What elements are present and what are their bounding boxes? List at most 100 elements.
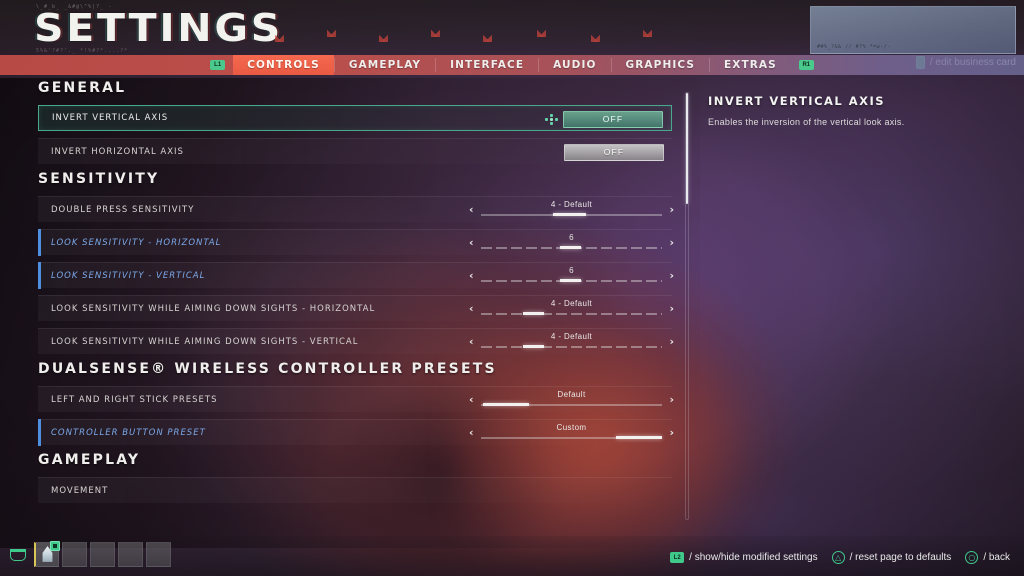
slider-fill	[560, 246, 581, 249]
hotbar-slot[interactable]	[146, 542, 171, 567]
hotbar-slot[interactable]	[62, 542, 87, 567]
slider-decrement-arrow-icon[interactable]: ‹	[469, 236, 474, 249]
toggle-value[interactable]: OFF	[564, 143, 664, 161]
tab-graphics[interactable]: GRAPHICS	[612, 55, 709, 75]
setting-control: ‹ 6 ›	[469, 230, 674, 256]
business-card-preview[interactable]: ##%_?&& // #?% *=w-/-	[810, 6, 1016, 54]
tab-gameplay[interactable]: GAMEPLAY	[335, 55, 435, 75]
settings-screen: \_#_b_ _&#@\^%|?_ - SETTINGS 5%&'?#?'._ …	[0, 0, 1024, 576]
hotbar-slot-badge-icon	[50, 541, 60, 551]
setting-label: MOVEMENT	[51, 485, 109, 496]
setting-row-movement[interactable]: MOVEMENT	[38, 477, 672, 503]
footer-hint[interactable]: △ / reset page to defaults	[831, 551, 951, 564]
slider-decrement-arrow-icon[interactable]: ‹	[469, 335, 474, 348]
slider-increment-arrow-icon[interactable]: ›	[669, 236, 674, 249]
slider-decrement-arrow-icon[interactable]: ‹	[469, 302, 474, 315]
tab-controls[interactable]: CONTROLS	[233, 55, 334, 75]
circle-button-icon: ○	[965, 551, 979, 564]
setting-control: OFF	[564, 139, 664, 165]
scrollbar-thumb[interactable]	[686, 93, 688, 204]
setting-row-double-press-sensitivity[interactable]: DOUBLE PRESS SENSITIVITY ‹ 4 - Default ›	[38, 196, 674, 223]
slider-increment-arrow-icon[interactable]: ›	[669, 269, 674, 282]
footer-hint[interactable]: ○ / back	[965, 551, 1010, 564]
hotbar-slot[interactable]	[118, 542, 143, 567]
business-card-glyphs: ##%_?&& // #?% *=w-/-	[817, 44, 891, 50]
tab-list: L1 CONTROLS GAMEPLAY INTERFACE AUDIO GRAPHICS…	[202, 55, 822, 75]
info-panel-title: INVERT VERTICAL AXIS	[708, 94, 886, 108]
l2-button-icon: L2	[670, 552, 685, 563]
section-heading: SENSITIVITY	[38, 171, 160, 187]
settings-section-dualsense-wireless-controller-presets: DUALSENSE® WIRELESS CONTROLLER PRESETS LE…	[0, 361, 700, 446]
slider-value: 4 - Default	[550, 200, 593, 209]
slider-control[interactable]: ‹ 6 ›	[469, 263, 674, 289]
slider-fill	[560, 279, 581, 282]
slider-fill	[523, 345, 544, 348]
setting-info-panel: INVERT VERTICAL AXIS Enables the inversi…	[708, 94, 1008, 129]
slider-increment-arrow-icon[interactable]: ›	[669, 426, 674, 439]
tab-audio[interactable]: AUDIO	[539, 55, 610, 75]
slider-increment-arrow-icon[interactable]: ›	[669, 393, 674, 406]
setting-label: INVERT HORIZONTAL AXIS	[51, 146, 184, 157]
slider-increment-arrow-icon[interactable]: ›	[669, 335, 674, 348]
setting-row-look-sensitivity-while-aiming-down-sights-vertical[interactable]: LOOK SENSITIVITY WHILE AIMING DOWN SIGHT…	[38, 328, 674, 355]
setting-label: DOUBLE PRESS SENSITIVITY	[51, 204, 195, 215]
slider-decrement-arrow-icon[interactable]: ‹	[469, 269, 474, 282]
left-bumper-icon[interactable]: L1	[210, 60, 226, 70]
page-title: SETTINGS	[34, 6, 283, 50]
setting-control: ‹ Default ›	[469, 387, 674, 413]
title-mark-icon	[275, 33, 284, 42]
slider-value: 4 - Default	[550, 332, 593, 341]
settings-section-sensitivity: SENSITIVITY DOUBLE PRESS SENSITIVITY ‹ 4 - …	[0, 171, 700, 354]
section-heading: GAMEPLAY	[38, 452, 141, 468]
setting-row-controller-button-preset[interactable]: CONTROLLER BUTTON PRESET ‹ Custom ›	[38, 419, 674, 446]
setting-control: OFF	[545, 106, 663, 132]
slider-control[interactable]: ‹ 4 - Default ›	[469, 329, 674, 355]
slider-control[interactable]: ‹ Default ›	[469, 387, 674, 413]
setting-row-invert-vertical-axis[interactable]: INVERT VERTICAL AXIS OFF	[38, 105, 672, 131]
setting-row-left-and-right-stick-presets[interactable]: LEFT AND RIGHT STICK PRESETS ‹ Default ›	[38, 386, 674, 413]
slider-track	[481, 346, 662, 348]
slider-decrement-arrow-icon[interactable]: ‹	[469, 203, 474, 216]
slider-fill	[523, 312, 544, 315]
slider-control[interactable]: ‹ 6 ›	[469, 230, 674, 256]
glitch-text-bottom: 5%&'?#?'._ *!%#?*....?*	[36, 48, 129, 54]
setting-row-look-sensitivity-while-aiming-down-sights-horizontal[interactable]: LOOK SENSITIVITY WHILE AIMING DOWN SIGHT…	[38, 295, 674, 322]
hotbar-slot[interactable]	[34, 541, 60, 567]
setting-control: ‹ 4 - Default ›	[469, 197, 674, 223]
tab-extras[interactable]: EXTRAS	[710, 55, 791, 75]
slider-control[interactable]: ‹ 4 - Default ›	[469, 296, 674, 322]
slider-control[interactable]: ‹ 4 - Default ›	[469, 197, 674, 223]
hotbar-slot[interactable]	[90, 542, 115, 567]
basket-icon	[10, 548, 26, 561]
slider-fill	[482, 403, 529, 406]
footer-hint[interactable]: L2 / show/hide modified settings	[670, 552, 818, 563]
title-mark-icon	[537, 28, 546, 37]
setting-row-look-sensitivity-vertical[interactable]: LOOK SENSITIVITY - VERTICAL ‹ 6 ›	[38, 262, 674, 289]
setting-label: LOOK SENSITIVITY - HORIZONTAL	[51, 237, 222, 248]
setting-control: ‹ Custom ›	[469, 420, 674, 446]
toggle-value[interactable]: OFF	[563, 110, 663, 128]
slider-fill	[553, 213, 587, 216]
category-tabbar: L1 CONTROLS GAMEPLAY INTERFACE AUDIO GRAPHICS…	[0, 55, 1024, 75]
setting-row-look-sensitivity-horizontal[interactable]: LOOK SENSITIVITY - HORIZONTAL ‹ 6 ›	[38, 229, 674, 256]
slider-decrement-arrow-icon[interactable]: ‹	[469, 393, 474, 406]
title-decoration-marks	[275, 26, 655, 48]
settings-scrollbar[interactable]	[685, 92, 689, 520]
settings-section-gameplay: GAMEPLAY MOVEMENT	[0, 452, 700, 503]
slider-track	[481, 313, 662, 315]
slider-decrement-arrow-icon[interactable]: ‹	[469, 426, 474, 439]
settings-section-general: GENERAL INVERT VERTICAL AXIS OFF INVERT HOR…	[0, 80, 700, 164]
slider-control[interactable]: ‹ Custom ›	[469, 420, 674, 446]
tab-interface[interactable]: INTERFACE	[436, 55, 538, 75]
setting-control: ‹ 6 ›	[469, 263, 674, 289]
setting-row-invert-horizontal-axis[interactable]: INVERT HORIZONTAL AXIS OFF	[38, 138, 672, 164]
slider-increment-arrow-icon[interactable]: ›	[669, 302, 674, 315]
title-mark-icon	[643, 28, 652, 37]
slider-increment-arrow-icon[interactable]: ›	[669, 203, 674, 216]
slider-value: Default	[557, 390, 586, 399]
triangle-button-icon: △	[831, 551, 845, 564]
slider-value: Custom	[556, 423, 587, 432]
right-bumper-icon[interactable]: R1	[798, 60, 814, 70]
title-mark-icon	[591, 33, 600, 42]
footer-bar: L2 / show/hide modified settings △ / reset …	[0, 536, 1024, 576]
